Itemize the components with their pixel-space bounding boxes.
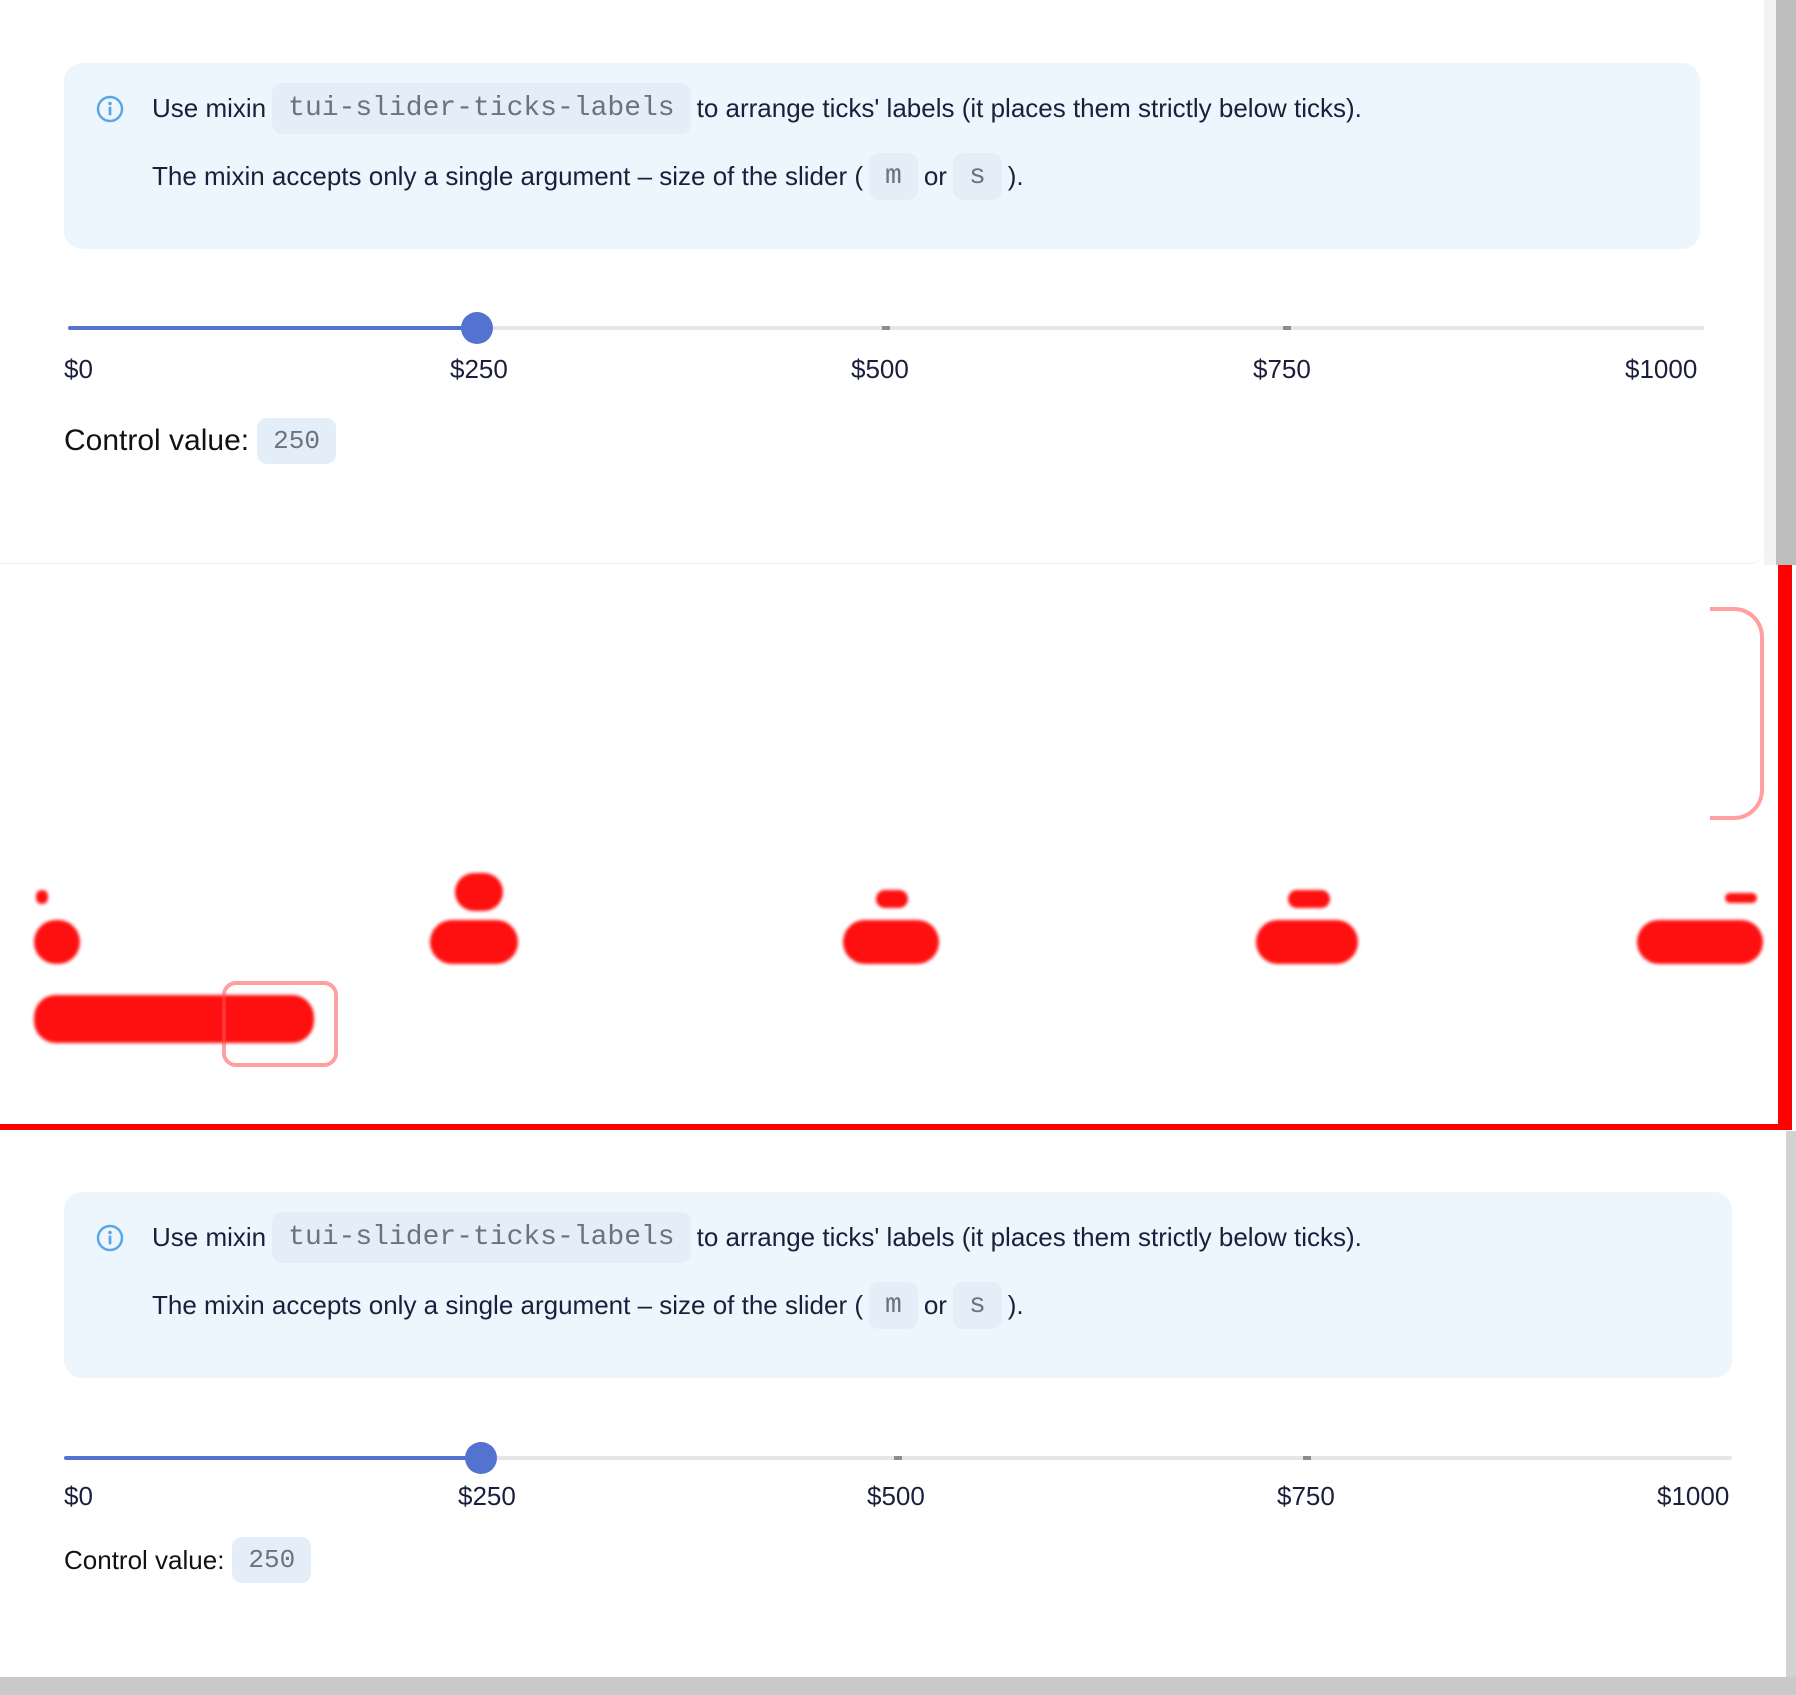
notice-text: The mixin accepts only a single argument… [152,1290,864,1320]
slider-tick [894,1456,902,1460]
footer-bar [0,1677,1796,1695]
artifact-blob [455,873,503,911]
artifact-blob [1256,920,1358,964]
notice-text: to arrange ticks' labels (it places them… [696,93,1362,123]
control-value-label: Control value: [64,424,250,457]
tick-label: $1000 [1657,1481,1730,1511]
notice-line-1: Use mixin tui-slider-ticks-labels to arr… [152,83,1362,134]
tick-label: $750 [1277,1481,1335,1511]
slider-tick [1303,1456,1311,1460]
artifact-blob [1637,920,1763,964]
artifact-blob [843,920,939,964]
notice-line-1: Use mixin tui-slider-ticks-labels to arr… [152,1212,1362,1263]
artifact-border [0,1124,1792,1130]
artifact-bracket [1710,607,1764,820]
artifact-blob [36,890,48,904]
notice-text: ). [1007,1290,1024,1320]
slider-fill [68,326,477,330]
tick-label: $250 [450,354,508,384]
tick-label: $1000 [1625,354,1698,384]
mixin-code: tui-slider-ticks-labels [272,83,691,134]
artifact-blob [876,890,908,908]
size-m-code: m [869,153,918,200]
artifact-blob [1725,893,1757,903]
slider-tick [882,326,890,330]
artifact-border [1778,565,1792,1130]
scrollbar[interactable] [1786,1131,1796,1679]
size-s-code: s [952,1282,1002,1329]
slider-tick [1283,326,1291,330]
control-value-label: Control value: [64,1544,225,1575]
size-s-code: s [952,153,1002,200]
tick-label: $500 [851,354,909,384]
demo-panel-small: Use mixin tui-slider-ticks-labels to arr… [0,1131,1786,1677]
artifact-blob [430,920,518,964]
artifact-blob [1288,890,1330,908]
control-value-code: 250 [257,418,336,464]
control-value: Control value: 250 [64,1537,317,1583]
demo-panel-large: Use mixin tui-slider-ticks-labels to arr… [0,0,1764,564]
notice-line-2: The mixin accepts only a single argument… [152,153,1024,200]
artifact-blob [34,920,80,964]
mixin-code: tui-slider-ticks-labels [272,1212,691,1263]
notice-text: to arrange ticks' labels (it places them… [696,1222,1362,1252]
tick-label: $0 [64,354,93,384]
tick-label: $250 [458,1481,516,1511]
slider-thumb[interactable] [465,1442,497,1474]
control-value: Control value: 250 [64,418,342,464]
notice-text: ). [1007,161,1024,191]
notice-line-2: The mixin accepts only a single argument… [152,1282,1024,1329]
artifact-ring [222,981,338,1067]
size-m-code: m [869,1282,918,1329]
slider-thumb[interactable] [461,312,493,344]
info-circle-icon [96,95,124,123]
notice-text: Use mixin [152,93,267,123]
notice-text: The mixin accepts only a single argument… [152,161,864,191]
render-artifact-region [0,565,1796,1131]
info-notice: Use mixin tui-slider-ticks-labels to arr… [64,63,1700,249]
slider-fill [64,1456,481,1460]
notice-text: or [923,1290,947,1320]
notice-text: or [923,161,947,191]
tick-label: $500 [867,1481,925,1511]
scrollbar[interactable] [1764,0,1796,565]
tick-label: $0 [64,1481,93,1511]
info-circle-icon [96,1224,124,1252]
notice-text: Use mixin [152,1222,267,1252]
control-value-code: 250 [232,1537,312,1583]
info-notice: Use mixin tui-slider-ticks-labels to arr… [64,1192,1732,1378]
tick-label: $750 [1253,354,1311,384]
